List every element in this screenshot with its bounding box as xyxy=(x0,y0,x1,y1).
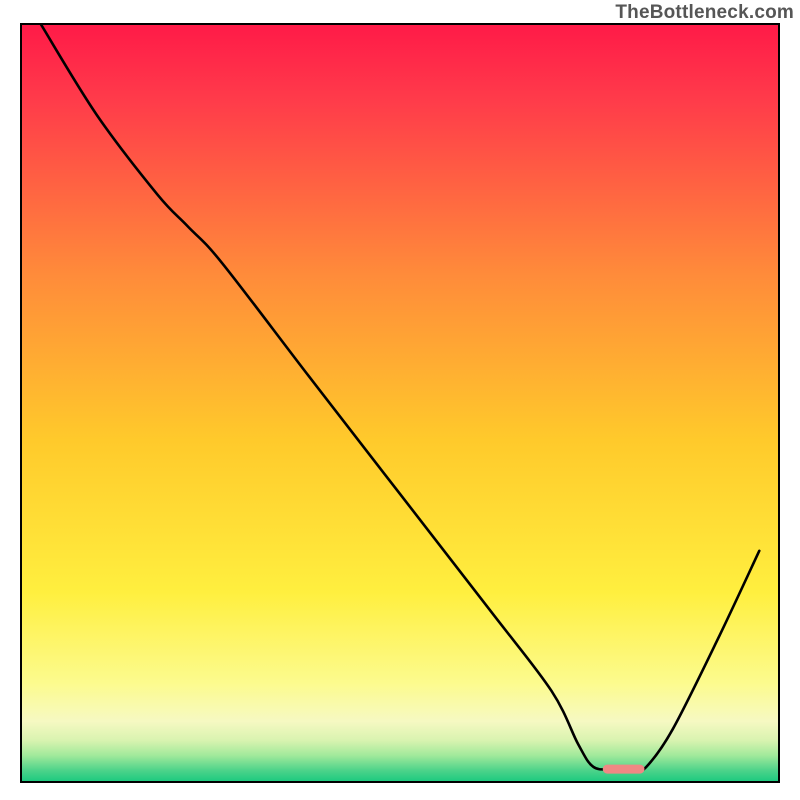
optimal-zone-marker xyxy=(603,765,645,774)
attribution-text: TheBottleneck.com xyxy=(615,2,794,24)
bottleneck-chart xyxy=(0,0,800,800)
plot-background-gradient xyxy=(21,24,779,782)
